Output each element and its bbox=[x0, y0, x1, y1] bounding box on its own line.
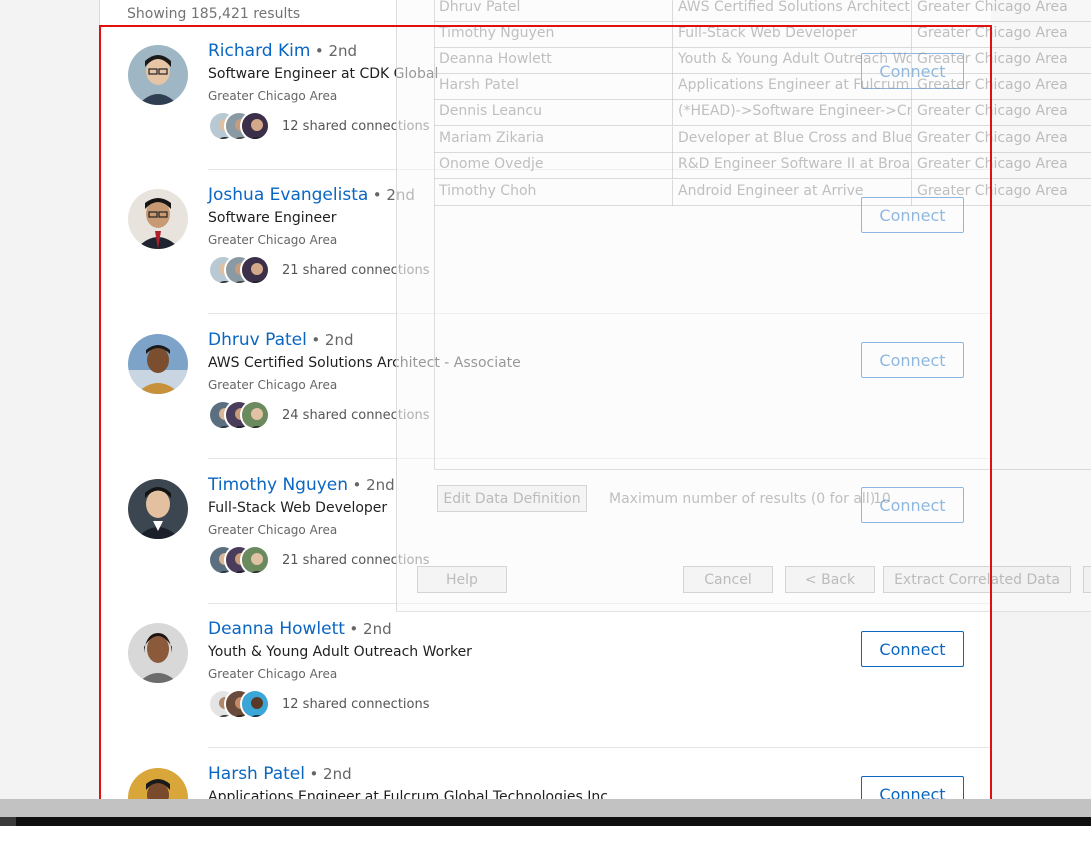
taskbar bbox=[0, 817, 1091, 826]
headline: AWS Certified Solutions Architect - Asso… bbox=[208, 355, 521, 371]
location: Greater Chicago Area bbox=[208, 523, 338, 537]
result-card: Joshua Evangelista • 2nd Software Engine… bbox=[100, 169, 991, 314]
avatar[interactable] bbox=[128, 623, 188, 683]
connection-degree: • 2nd bbox=[309, 765, 352, 783]
shared-connections-label: 21 shared connections bbox=[282, 552, 430, 568]
profile-name-link[interactable]: Harsh Patel bbox=[208, 764, 305, 784]
avatar[interactable] bbox=[128, 479, 188, 539]
shared-connections[interactable]: 24 shared connections bbox=[208, 400, 430, 430]
connection-degree: • 2nd bbox=[311, 331, 354, 349]
shared-connections[interactable]: 12 shared connections bbox=[208, 689, 430, 719]
result-card: Dhruv Patel • 2nd AWS Certified Solution… bbox=[100, 314, 991, 459]
profile-name-link[interactable]: Richard Kim bbox=[208, 41, 310, 61]
shared-avatar bbox=[240, 255, 270, 285]
avatar[interactable] bbox=[128, 189, 188, 249]
connection-degree: • 2nd bbox=[349, 620, 392, 638]
shared-connections[interactable]: 12 shared connections bbox=[208, 111, 430, 141]
results-count: Showing 185,421 results bbox=[127, 6, 301, 22]
profile-name-link[interactable]: Dhruv Patel bbox=[208, 330, 307, 350]
connect-button[interactable]: Connect bbox=[861, 197, 964, 233]
headline: Software Engineer bbox=[208, 210, 337, 226]
avatar[interactable] bbox=[128, 768, 188, 799]
connect-button[interactable]: Connect bbox=[861, 631, 964, 667]
table-cell: Dhruv Patel bbox=[434, 0, 673, 22]
result-card: Richard Kim • 2nd Software Engineer at C… bbox=[100, 25, 991, 170]
shared-avatar bbox=[240, 689, 270, 719]
connection-degree: • 2nd bbox=[352, 476, 395, 494]
shared-connections[interactable]: 21 shared connections bbox=[208, 255, 430, 285]
shared-avatar bbox=[240, 400, 270, 430]
profile-name-link[interactable]: Joshua Evangelista bbox=[208, 185, 368, 205]
headline: Full-Stack Web Developer bbox=[208, 500, 388, 516]
location: Greater Chicago Area bbox=[208, 233, 338, 247]
headline: Software Engineer at CDK Global bbox=[208, 66, 439, 82]
shared-avatar bbox=[240, 545, 270, 575]
horizontal-scrollbar[interactable] bbox=[0, 799, 1091, 817]
connect-button[interactable]: Connect bbox=[861, 776, 964, 799]
shared-avatar bbox=[240, 111, 270, 141]
shared-connections-label: 24 shared connections bbox=[282, 407, 430, 423]
profile-name-link[interactable]: Deanna Howlett bbox=[208, 619, 345, 639]
shared-connections-label: 21 shared connections bbox=[282, 262, 430, 278]
location: Greater Chicago Area bbox=[208, 378, 338, 392]
result-card: Timothy Nguyen • 2nd Full-Stack Web Deve… bbox=[100, 459, 991, 604]
headline: Youth & Young Adult Outreach Worker bbox=[208, 644, 472, 660]
right-gutter bbox=[991, 0, 1091, 799]
shared-connections[interactable]: 21 shared connections bbox=[208, 545, 430, 575]
location: Greater Chicago Area bbox=[208, 667, 338, 681]
result-card: Deanna Howlett • 2nd Youth & Young Adult… bbox=[100, 603, 991, 748]
avatar[interactable] bbox=[128, 334, 188, 394]
left-gutter bbox=[0, 0, 100, 799]
result-card: Harsh Patel • 2nd Applications Engineer … bbox=[100, 748, 991, 799]
location: Greater Chicago Area bbox=[208, 89, 338, 103]
connect-button[interactable]: Connect bbox=[861, 487, 964, 523]
avatar[interactable] bbox=[128, 45, 188, 105]
connection-degree: • 2nd bbox=[314, 42, 358, 60]
connect-button[interactable]: Connect bbox=[861, 342, 964, 378]
connect-button[interactable]: Connect bbox=[861, 53, 964, 89]
connection-degree: • 2nd bbox=[372, 186, 415, 204]
profile-name-link[interactable]: Timothy Nguyen bbox=[208, 475, 348, 495]
table-cell: AWS Certified Solutions Architect - A bbox=[673, 0, 912, 22]
shared-connections-label: 12 shared connections bbox=[282, 118, 430, 134]
headline: Applications Engineer at Fulcrum Global … bbox=[208, 789, 608, 799]
shared-connections-label: 12 shared connections bbox=[282, 696, 430, 712]
